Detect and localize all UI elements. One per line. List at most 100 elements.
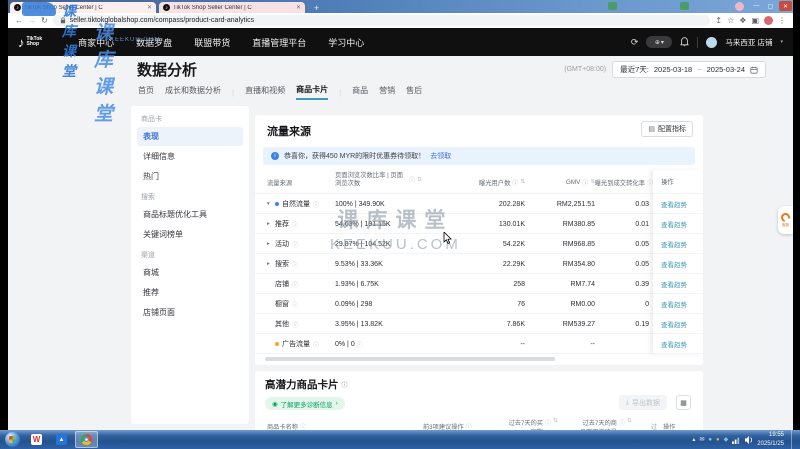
diagnose-pill[interactable]: ◉ 了解更多诊断信息 ›	[265, 397, 345, 410]
sidebar-item-详细信息[interactable]: 详细信息	[137, 147, 243, 166]
back-icon[interactable]: ←	[15, 17, 23, 25]
side-panel-icon[interactable]: ▣	[751, 17, 759, 25]
view-trend-link[interactable]: 查看趋势	[661, 339, 687, 349]
taskbar-clock[interactable]: 19:55 2025/1/25	[757, 431, 784, 447]
sidebar-item-表现[interactable]: 表现	[137, 127, 243, 146]
tab-首页[interactable]: 首页	[138, 85, 154, 99]
language-pill[interactable]: ⊕▾	[646, 36, 672, 48]
topnav-item[interactable]: 直播管理平台	[252, 36, 306, 49]
sidebar-item-关键词榜单[interactable]: 关键词榜单	[137, 225, 243, 244]
chevron-right-icon[interactable]: ▸	[267, 241, 272, 247]
sort-icon[interactable]: ⇅	[553, 418, 558, 424]
store-avatar[interactable]	[706, 37, 717, 48]
view-trend-link[interactable]: 查看趋势	[661, 259, 687, 269]
bell-icon[interactable]	[680, 37, 689, 47]
sidebar-item-店铺页面[interactable]: 店铺页面	[137, 303, 243, 322]
chevron-down-icon[interactable]: ▾	[267, 201, 272, 207]
browser-tab-2[interactable]: ♪ TikTok Shop Seller Center | C ✕	[159, 2, 305, 13]
bookmark-star-icon[interactable]: ☆	[727, 17, 734, 25]
traffic-row-橱窗[interactable]: 橱窗ⓘ0.09% | 29876RM0.000	[255, 294, 653, 314]
traffic-row-广告流量[interactable]: 广告流量ⓘ0% | 0ⓘ----	[255, 334, 653, 354]
traffic-row-搜索[interactable]: ▸搜索ⓘ9.53% | 33.36K22.29KRM354.800.05	[255, 254, 653, 274]
tray-mail-icon[interactable]: ✉	[699, 437, 704, 443]
claim-link[interactable]: 去领取	[430, 151, 451, 161]
tray-app-icon[interactable]: ●	[708, 437, 712, 443]
maximize-button[interactable]: ▢	[764, 1, 777, 11]
start-button[interactable]	[5, 432, 20, 447]
cvr-value	[601, 334, 649, 354]
sort-icon[interactable]: ⇅	[417, 177, 422, 183]
view-trend-link[interactable]: 查看趋势	[661, 199, 687, 209]
configure-metrics-button[interactable]: ▤ 配置指标	[641, 121, 693, 137]
col-users[interactable]: 曝光用户数ⓘ⇅	[441, 170, 525, 194]
show-desktop-button[interactable]	[791, 430, 796, 449]
browser-tab-1[interactable]: ♪ TikTok Shop Seller Center | C ✕	[10, 2, 156, 13]
tiktok-shop-logo[interactable]: ♪ TikTokShop	[18, 35, 42, 50]
traffic-row-店铺[interactable]: 店铺ⓘ1.93% | 6.75K258RM7.740.39	[255, 274, 653, 294]
network-icon[interactable]	[732, 436, 741, 444]
col-buyers[interactable]: 过去7天的买家数ⓘ⇅	[503, 418, 573, 430]
sidebar: 商品卡表现详细信息热门搜索商品标题优化工具关键词榜单渠道商城推荐店铺页面	[131, 106, 249, 424]
close-button[interactable]: ✕	[779, 1, 792, 11]
view-trend-link[interactable]: 查看趋势	[661, 239, 687, 249]
view-trend-link[interactable]: 查看趋势	[661, 279, 687, 289]
extensions-icon[interactable]: ❖	[739, 17, 746, 25]
tab-close-icon[interactable]: ✕	[296, 4, 301, 11]
menu-icon[interactable]: ⋮	[778, 17, 786, 25]
traffic-row-自然流量[interactable]: ▾自然流量ⓘ100% | 349.90K202.28KRM2,251.510.0…	[255, 194, 653, 214]
sidebar-item-热门[interactable]: 热门	[137, 167, 243, 186]
tray-cloud-icon[interactable]: ◆	[724, 437, 729, 443]
reload-icon[interactable]: ↻	[41, 17, 48, 25]
tray-browser-icon[interactable]: ●	[716, 437, 720, 443]
view-trend-link[interactable]: 查看趋势	[661, 319, 687, 329]
hidden-icons-arrow[interactable]: ▴	[692, 437, 695, 443]
view-trend-link[interactable]: 查看趋势	[661, 299, 687, 309]
tiktok-note-icon: ♪	[18, 35, 25, 50]
sidebar-item-推荐[interactable]: 推荐	[137, 283, 243, 302]
minimize-button[interactable]: —	[750, 1, 763, 11]
volume-icon[interactable]	[745, 436, 753, 444]
configure-columns-button[interactable]: ▦	[676, 395, 691, 410]
views-value: 1.93% | 6.75K	[335, 274, 379, 294]
col-cvr[interactable]: 曝光到成交转化率ⓘ	[585, 170, 653, 194]
chevron-right-icon[interactable]: ▸	[267, 221, 272, 227]
share-icon[interactable]: ↥	[715, 17, 722, 25]
tab-直播和视频[interactable]: 直播和视频	[245, 85, 285, 99]
taskbar-app-wps[interactable]: W	[25, 431, 48, 448]
topnav-item[interactable]: 联盟带货	[194, 36, 230, 49]
col-pageviews[interactable]: 过去7天的商品页面浏览量ⓘ⇅	[577, 418, 647, 430]
traffic-row-推荐[interactable]: ▸推荐ⓘ54.63% | 191.15K130.01KRM380.850.01	[255, 214, 653, 234]
col-views[interactable]: 页面浏览次数比率 | 页面浏览次数 ⓘ ⇅	[335, 172, 445, 188]
refresh-icon[interactable]: ⟳	[631, 37, 639, 48]
tab-售后[interactable]: 售后	[406, 85, 422, 99]
floating-support-widget[interactable]: 客服	[778, 206, 793, 234]
new-tab-button[interactable]: +	[311, 2, 322, 13]
tab-商品卡片[interactable]: 商品卡片	[296, 84, 328, 100]
chevron-right-icon[interactable]: ▸	[267, 261, 272, 267]
sidebar-item-商城[interactable]: 商城	[137, 263, 243, 282]
forward-icon[interactable]: →	[28, 17, 36, 25]
tab-close-icon[interactable]: ✕	[147, 4, 152, 11]
sort-icon[interactable]: ⇅	[627, 418, 632, 424]
traffic-row-活动[interactable]: ▸活动ⓘ29.87% | 104.52K54.22KRM968.850.05	[255, 234, 653, 254]
profile-avatar[interactable]	[764, 16, 773, 25]
tab-成长和数据分析[interactable]: 成长和数据分析	[165, 85, 221, 99]
tab-商品[interactable]: 商品	[352, 85, 368, 99]
taskbar-app-quark[interactable]: ▲	[50, 431, 73, 448]
taskbar-app-chrome[interactable]	[75, 431, 98, 448]
traffic-row-其他[interactable]: 其他ⓘ3.95% | 13.82K7.86KRM539.270.19	[255, 314, 653, 334]
topnav-item[interactable]: 商家中心	[78, 36, 114, 49]
horizontal-scrollbar[interactable]	[265, 357, 555, 361]
export-data-button[interactable]: ⤓ 导出数据	[619, 395, 667, 410]
store-name[interactable]: 马来西亚 店铺	[725, 37, 772, 48]
sidebar-item-商品标题优化工具[interactable]: 商品标题优化工具	[137, 205, 243, 224]
topnav-item[interactable]: 学习中心	[328, 36, 364, 49]
analytics-page: 数据分析 (GMT+08:00) 最近7天: 2025-03-18 ~ 2025…	[8, 56, 793, 430]
address-bar[interactable]: seller.tiktokglobalshop.com/compass/prod…	[53, 15, 711, 26]
date-range-picker[interactable]: 最近7天: 2025-03-18 ~ 2025-03-24	[612, 61, 766, 78]
topnav-items: 商家中心 数据罗盘 联盟带货 直播管理平台 学习中心	[78, 36, 364, 49]
view-trend-link[interactable]: 查看趋势	[661, 219, 687, 229]
tab-营销[interactable]: 营销	[379, 85, 395, 99]
quark-icon: ▲	[56, 434, 67, 445]
topnav-item[interactable]: 数据罗盘	[136, 36, 172, 49]
